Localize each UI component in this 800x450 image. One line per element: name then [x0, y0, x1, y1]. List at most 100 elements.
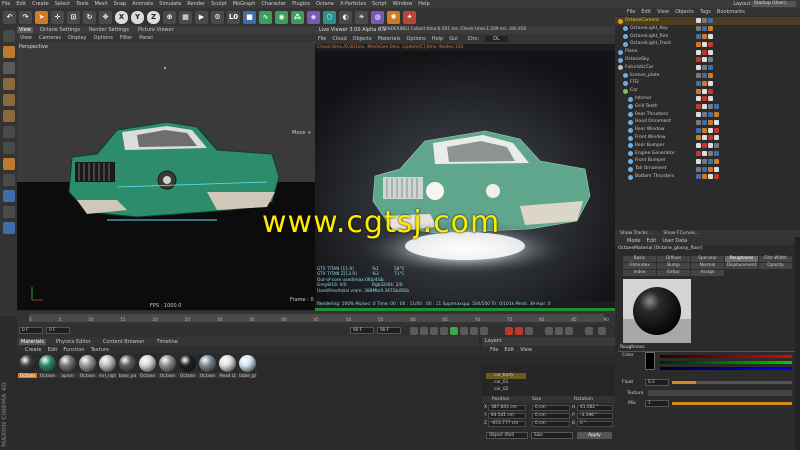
- material-item[interactable]: table_gl: [238, 355, 257, 378]
- tag-icon[interactable]: [696, 135, 701, 141]
- material-item[interactable]: Octane: [38, 355, 57, 378]
- attribute-tab[interactable]: Specular: [691, 256, 724, 262]
- attributes-menu-item[interactable]: Edit: [647, 238, 657, 244]
- tag-icon[interactable]: [702, 33, 707, 39]
- object-row[interactable]: OctaneSky: [615, 56, 800, 64]
- material-tab[interactable]: Materials: [19, 338, 46, 345]
- tag-icon[interactable]: [696, 104, 701, 110]
- tag-icon[interactable]: [708, 72, 713, 78]
- preview-end-field[interactable]: 90 F: [350, 327, 374, 334]
- object-menu-item[interactable]: Bookmarks: [717, 9, 745, 15]
- menu-item[interactable]: Edit: [16, 1, 26, 7]
- tag-icon[interactable]: [708, 135, 713, 141]
- object-row[interactable]: FFD: [615, 79, 800, 87]
- viewport-menu-item[interactable]: View: [20, 35, 32, 41]
- attribute-tab[interactable]: Basic: [623, 256, 656, 262]
- tag-icon[interactable]: [708, 57, 713, 63]
- tag-icon[interactable]: [696, 26, 701, 32]
- viewport-tab[interactable]: Octane Settings: [38, 27, 82, 33]
- size-x-field[interactable]: 0 cm: [532, 404, 570, 411]
- material-item[interactable]: Octane: [78, 355, 97, 378]
- object-row[interactable]: OctaneLight_Front: [615, 40, 800, 48]
- prev-key-icon[interactable]: [420, 327, 428, 335]
- camera-icon[interactable]: ◐: [339, 10, 352, 24]
- tag-icon[interactable]: [702, 96, 707, 102]
- tag-icon[interactable]: [702, 65, 707, 71]
- menu-item[interactable]: Tools: [76, 1, 88, 7]
- tag-icon[interactable]: [714, 150, 719, 156]
- points-mode-icon[interactable]: [2, 78, 15, 90]
- live-viewer-menu-item[interactable]: Options: [406, 36, 425, 42]
- tag-icon[interactable]: [714, 143, 719, 149]
- tag-icon[interactable]: [696, 33, 701, 39]
- menu-item[interactable]: Snap: [114, 1, 127, 7]
- tag-icon[interactable]: [696, 174, 701, 180]
- attribute-tab[interactable]: Index: [623, 270, 656, 276]
- timeline-settings-icon[interactable]: [585, 327, 593, 335]
- position-key-icon[interactable]: [545, 327, 553, 335]
- material-item[interactable]: base_pa: [118, 355, 137, 378]
- object-row[interactable]: Grill Teeth: [615, 103, 800, 111]
- axis-z-button[interactable]: Z: [147, 10, 160, 24]
- deformer-icon[interactable]: ◈: [307, 10, 320, 24]
- tag-icon[interactable]: [714, 104, 719, 110]
- axis-y-button[interactable]: Y: [131, 10, 144, 24]
- tag-icon[interactable]: [696, 18, 701, 24]
- tag-icon[interactable]: [702, 135, 707, 141]
- play-back-icon[interactable]: [440, 327, 448, 335]
- scale-icon[interactable]: ⊡: [67, 10, 80, 24]
- material-item[interactable]: Octane: [198, 355, 217, 378]
- attribute-tab[interactable]: Editor: [657, 270, 690, 276]
- position-y-field[interactable]: 84.541 cm: [488, 412, 526, 419]
- axis-x-button[interactable]: X: [115, 10, 128, 24]
- tag-icon[interactable]: [702, 26, 707, 32]
- object-panel-tab[interactable]: Show Tracks ...: [615, 231, 658, 236]
- tag-icon[interactable]: [708, 143, 713, 149]
- attribute-tab[interactable]: Filmindex: [623, 263, 656, 269]
- object-menu-item[interactable]: Objects: [675, 9, 694, 15]
- tag-icon[interactable]: [702, 119, 707, 125]
- mix-slider[interactable]: [672, 402, 792, 405]
- object-row[interactable]: Rear Window: [615, 126, 800, 134]
- object-row[interactable]: FuturisticCar: [615, 64, 800, 72]
- object-menu-item[interactable]: Edit: [641, 9, 651, 15]
- color-swatch[interactable]: [645, 352, 655, 370]
- start-frame-field[interactable]: 0 F: [19, 327, 43, 334]
- tag-icon[interactable]: [702, 41, 707, 47]
- tag-icon[interactable]: [708, 88, 713, 94]
- spline-icon[interactable]: ∿: [259, 10, 272, 24]
- go-to-end-icon[interactable]: [480, 327, 488, 335]
- rotation-p-field[interactable]: -3.196 °: [577, 412, 613, 419]
- solo-icon[interactable]: [2, 222, 15, 234]
- tag-icon[interactable]: [708, 127, 713, 133]
- object-row[interactable]: Bottom Thrusters: [615, 173, 800, 181]
- tag-icon[interactable]: [696, 65, 701, 71]
- tag-icon[interactable]: [708, 65, 713, 71]
- tag-icon[interactable]: [696, 150, 701, 156]
- tag-icon[interactable]: [702, 49, 707, 55]
- menu-item[interactable]: Window: [393, 1, 413, 7]
- coord-size-select[interactable]: Size: [531, 432, 573, 439]
- material-item[interactable]: Octane: [158, 355, 177, 378]
- position-z-field[interactable]: -653.777 cm: [488, 420, 526, 427]
- tag-icon[interactable]: [696, 158, 701, 164]
- material-menu-item[interactable]: Create: [25, 347, 42, 353]
- tag-icon[interactable]: [714, 174, 719, 180]
- scale-key-icon[interactable]: [555, 327, 563, 335]
- object-row[interactable]: Rear Bumper: [615, 142, 800, 150]
- snap-icon[interactable]: [2, 158, 15, 170]
- layers-menu-item[interactable]: Edit: [504, 347, 514, 353]
- rotation-h-field[interactable]: 41.562 °: [577, 404, 613, 411]
- rotation-key-icon[interactable]: [565, 327, 573, 335]
- tag-icon[interactable]: [696, 143, 701, 149]
- viewport-menu-item[interactable]: Panel: [139, 35, 153, 41]
- menu-item[interactable]: Render: [187, 1, 205, 7]
- tag-icon[interactable]: [708, 41, 713, 47]
- object-row[interactable]: OctaneLight_Rim: [615, 33, 800, 41]
- edges-mode-icon[interactable]: [2, 94, 15, 106]
- menu-item[interactable]: MoGraph: [233, 1, 256, 7]
- tag-icon[interactable]: [708, 166, 713, 172]
- object-row[interactable]: Front Bumper: [615, 157, 800, 165]
- tag-icon[interactable]: [708, 33, 713, 39]
- attribute-tab[interactable]: Diffuse: [657, 256, 690, 262]
